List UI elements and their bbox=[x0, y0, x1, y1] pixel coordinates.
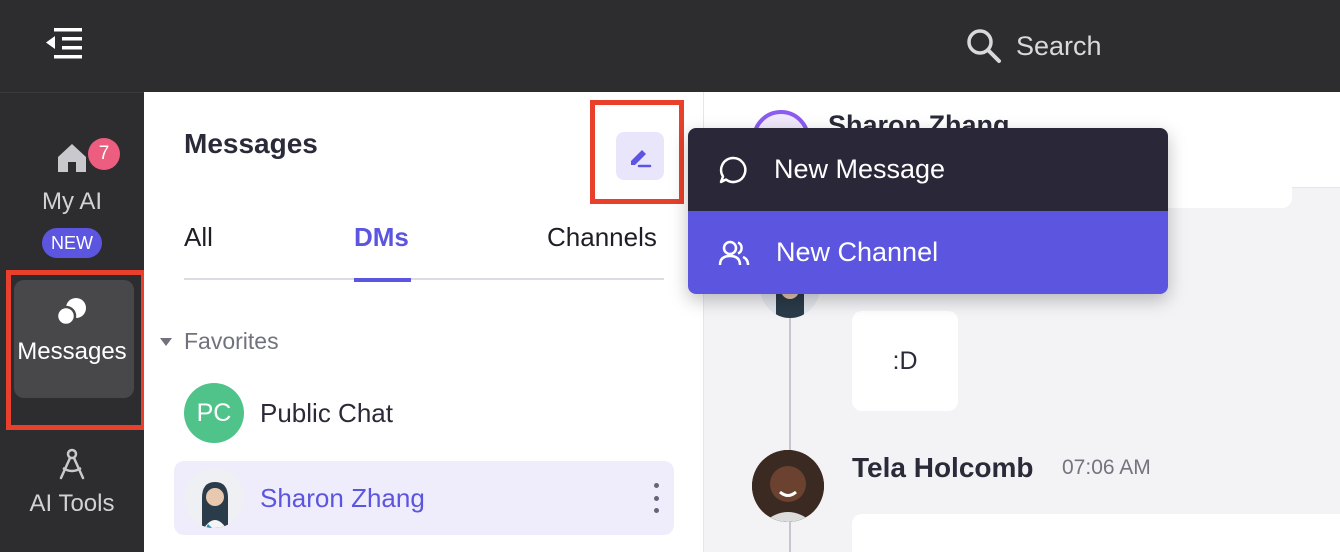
avatar: PC bbox=[184, 383, 244, 443]
rail-item-ai-tools[interactable]: AI Tools bbox=[0, 448, 144, 518]
users-icon bbox=[718, 240, 750, 265]
compass-icon bbox=[59, 448, 85, 480]
menu-item-new-channel[interactable]: New Channel bbox=[688, 211, 1168, 294]
active-tab-indicator bbox=[354, 278, 411, 282]
menu-item-label: New Message bbox=[774, 154, 946, 184]
pencil-icon bbox=[631, 150, 652, 168]
message-author: Tela Holcomb bbox=[852, 452, 1034, 483]
avatar bbox=[752, 450, 824, 522]
page-title: Messages bbox=[184, 128, 318, 159]
chat-bubbles-icon bbox=[55, 298, 86, 327]
tab-divider bbox=[184, 278, 664, 280]
message-timestamp: 07:06 AM bbox=[1062, 456, 1151, 479]
conversation-item-public-chat[interactable]: PC Public Chat bbox=[174, 376, 674, 450]
tab-all[interactable]: All bbox=[184, 222, 213, 253]
conversation-name: Sharon Zhang bbox=[260, 482, 425, 513]
tab-dms[interactable]: DMs bbox=[354, 222, 409, 253]
more-options-icon[interactable] bbox=[646, 483, 666, 513]
message-bubble bbox=[852, 514, 1340, 552]
collapse-menu-icon[interactable] bbox=[44, 26, 84, 60]
search-icon bbox=[967, 29, 1001, 63]
avatar bbox=[184, 468, 244, 528]
tab-channels[interactable]: Channels bbox=[547, 222, 657, 253]
rail-item-messages[interactable]: Messages bbox=[0, 296, 144, 366]
menu-item-label: New Channel bbox=[776, 237, 939, 267]
search-bar[interactable]: Search bbox=[966, 24, 1102, 68]
section-favorites[interactable]: Favorites bbox=[158, 328, 279, 355]
section-label: Favorites bbox=[184, 328, 279, 354]
message-circle-icon bbox=[719, 156, 747, 183]
conversation-name: Public Chat bbox=[260, 397, 393, 428]
notification-badge: 7 bbox=[88, 138, 120, 170]
compose-dropdown: New Message New Channel bbox=[688, 128, 1168, 294]
rail-label-messages: Messages bbox=[17, 338, 127, 365]
top-bar: Search bbox=[0, 0, 1340, 92]
caret-down-icon bbox=[160, 337, 172, 346]
search-placeholder: Search bbox=[1016, 30, 1102, 61]
new-badge: NEW bbox=[42, 228, 102, 258]
rail-item-my-ai[interactable]: My AI bbox=[0, 140, 144, 216]
rail-label-my-ai: My AI bbox=[41, 188, 102, 215]
compose-button[interactable] bbox=[616, 132, 664, 180]
home-icon bbox=[54, 140, 90, 176]
menu-item-new-message[interactable]: New Message bbox=[688, 128, 1168, 211]
rail-label-ai-tools: AI Tools bbox=[29, 490, 115, 517]
messages-panel: Messages All DMs Channels Favorites PC P… bbox=[144, 92, 704, 552]
message-bubble: :D bbox=[852, 311, 958, 411]
conversation-item-sharon-zhang[interactable]: Sharon Zhang bbox=[174, 461, 674, 535]
